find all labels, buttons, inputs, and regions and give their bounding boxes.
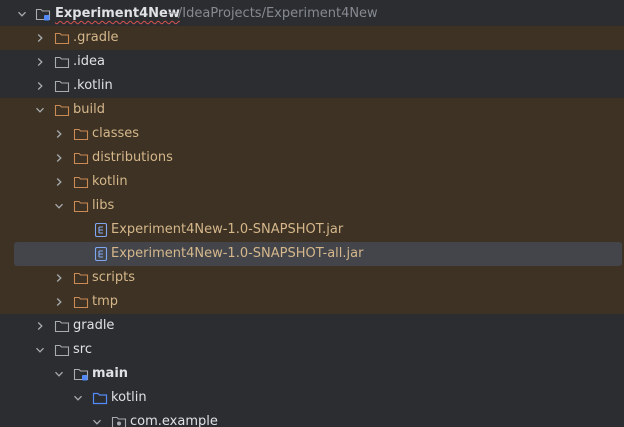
- tree-label: build: [73, 102, 105, 117]
- tree-label: .idea: [73, 54, 105, 69]
- chevron-right-icon[interactable]: [32, 74, 48, 98]
- module-folder-icon: [35, 6, 51, 22]
- jar-file-icon: [93, 246, 109, 262]
- chevron-right-icon[interactable]: [32, 50, 48, 74]
- chevron-right-icon[interactable]: [51, 170, 67, 194]
- chevron-right-icon[interactable]: [51, 266, 67, 290]
- tree-label: src: [73, 342, 92, 357]
- chevron-right-icon[interactable]: [51, 146, 67, 170]
- tree-row-kotlin-dot[interactable]: .kotlin: [0, 74, 624, 98]
- folder-icon: [73, 174, 89, 190]
- chevron-right-icon[interactable]: [51, 122, 67, 146]
- tree-row-jar-all[interactable]: Experiment4New-1.0-SNAPSHOT-all.jar: [14, 242, 622, 266]
- chevron-down-icon[interactable]: [32, 338, 48, 362]
- tree-row-main-kotlin[interactable]: kotlin: [0, 386, 624, 410]
- tree-label: .gradle: [73, 30, 119, 45]
- tree-label: kotlin: [111, 390, 147, 405]
- tree-label: Experiment4New-1.0-SNAPSHOT-all.jar: [111, 246, 364, 261]
- tree-label: tmp: [92, 294, 119, 309]
- project-tree: Experiment4New ~/IdeaProjects/Experiment…: [0, 0, 624, 427]
- folder-icon: [54, 54, 70, 70]
- chevron-right-icon[interactable]: [51, 290, 67, 314]
- tree-row-build[interactable]: build: [0, 98, 624, 122]
- tree-row-tmp[interactable]: tmp: [0, 290, 624, 314]
- tree-row-classes[interactable]: classes: [0, 122, 624, 146]
- project-path: ~/IdeaProjects/Experiment4New: [167, 6, 378, 21]
- chevron-down-icon[interactable]: [14, 2, 30, 26]
- tree-label: gradle: [73, 318, 115, 333]
- chevron-down-icon[interactable]: [89, 410, 105, 427]
- tree-row-gradle[interactable]: gradle: [0, 314, 624, 338]
- tree-label: com.example: [130, 414, 218, 427]
- source-root-folder-icon: [92, 390, 108, 406]
- package-icon: [111, 414, 127, 427]
- folder-icon: [54, 318, 70, 334]
- tree-row-project-root[interactable]: Experiment4New ~/IdeaProjects/Experiment…: [0, 2, 624, 26]
- tree-row-distributions[interactable]: distributions: [0, 146, 624, 170]
- chevron-right-icon[interactable]: [32, 26, 48, 50]
- tree-row-package[interactable]: com.example: [0, 410, 624, 427]
- jar-file-icon: [93, 222, 109, 238]
- tree-row-scripts[interactable]: scripts: [0, 266, 624, 290]
- tree-label: Experiment4New-1.0-SNAPSHOT.jar: [111, 222, 344, 237]
- tree-label: libs: [92, 198, 115, 213]
- folder-icon: [73, 126, 89, 142]
- chevron-down-icon[interactable]: [32, 98, 48, 122]
- tree-row-gradle-dot[interactable]: .gradle: [0, 26, 624, 50]
- tree-label: scripts: [92, 270, 135, 285]
- tree-label: .kotlin: [73, 78, 113, 93]
- tree-label: main: [92, 366, 129, 381]
- chevron-down-icon[interactable]: [51, 362, 67, 386]
- folder-icon: [54, 102, 70, 118]
- chevron-down-icon[interactable]: [51, 194, 67, 218]
- folder-icon: [54, 78, 70, 94]
- folder-icon: [54, 30, 70, 46]
- module-folder-icon: [73, 366, 89, 382]
- tree-label: distributions: [92, 150, 173, 165]
- tree-row-src[interactable]: src: [0, 338, 624, 362]
- tree-row-main[interactable]: main: [0, 362, 624, 386]
- folder-icon: [73, 150, 89, 166]
- chevron-down-icon[interactable]: [70, 386, 86, 410]
- folder-icon: [54, 342, 70, 358]
- folder-icon: [73, 198, 89, 214]
- project-name: Experiment4New: [55, 6, 180, 21]
- tree-row-libs[interactable]: libs: [0, 194, 624, 218]
- chevron-right-icon[interactable]: [32, 314, 48, 338]
- folder-icon: [73, 294, 89, 310]
- tree-label: kotlin: [92, 174, 128, 189]
- tree-row-idea[interactable]: .idea: [0, 50, 624, 74]
- folder-icon: [73, 270, 89, 286]
- tree-label: classes: [92, 126, 140, 141]
- tree-row-jar[interactable]: Experiment4New-1.0-SNAPSHOT.jar: [0, 218, 624, 242]
- tree-row-build-kotlin[interactable]: kotlin: [0, 170, 624, 194]
